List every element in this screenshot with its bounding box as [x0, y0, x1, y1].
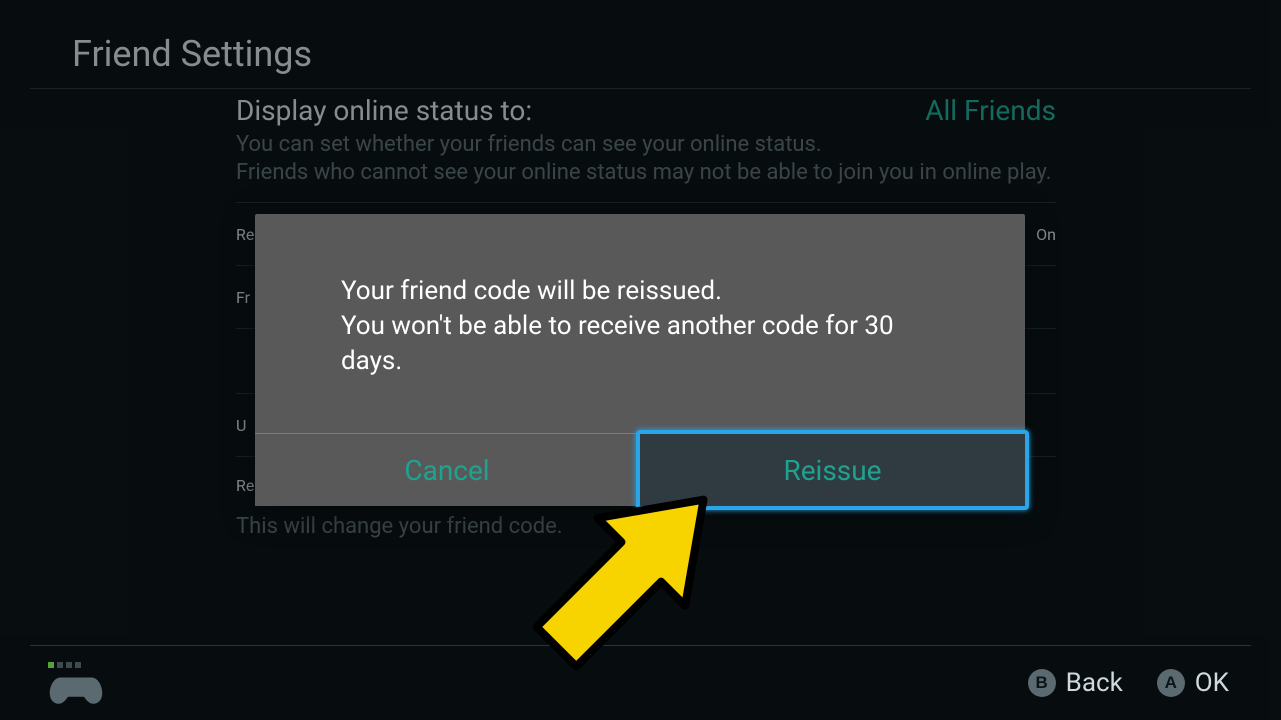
footer: B Back A OK [0, 646, 1281, 720]
dialog-line1: Your friend code will be reissued. [341, 274, 939, 309]
b-button-icon: B [1028, 669, 1056, 697]
dialog-line2: You won't be able to receive another cod… [341, 309, 939, 379]
ok-hint[interactable]: A OK [1157, 668, 1229, 698]
a-button-icon: A [1157, 669, 1185, 697]
back-label: Back [1066, 668, 1123, 698]
ok-label: OK [1195, 668, 1229, 698]
reissue-dialog: Your friend code will be reissued. You w… [255, 214, 1025, 506]
dialog-body: Your friend code will be reissued. You w… [255, 214, 1025, 433]
reissue-button-wrap: Reissue [640, 434, 1025, 506]
dialog-actions: Cancel Reissue [255, 434, 1025, 506]
reissue-button[interactable]: Reissue [636, 430, 1029, 510]
cancel-button[interactable]: Cancel [255, 434, 640, 506]
back-hint[interactable]: B Back [1028, 668, 1123, 698]
